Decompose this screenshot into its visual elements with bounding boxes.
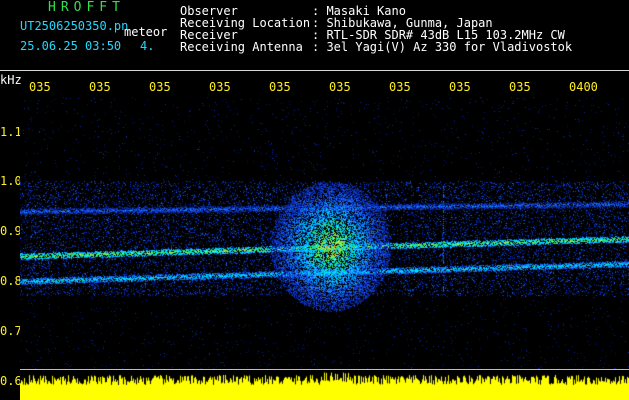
time-tick-label: 035 (149, 80, 171, 94)
time-tick-label: 035 (29, 80, 51, 94)
file-name: UT2506250350.pn (20, 19, 129, 33)
freq-unit-label: kHz (0, 73, 22, 87)
freq-tick-label: 0.8 (0, 274, 22, 289)
freq-tick-label: 0.9 (0, 224, 22, 239)
header-divider (0, 70, 629, 71)
freq-tick-label: 0.6 (0, 374, 22, 388)
amplitude-strip (20, 370, 629, 400)
time-tick-label: 035 (269, 80, 291, 94)
time-tick-label: 035 (89, 80, 111, 94)
date-time: 25.06.25 03:50 (20, 39, 122, 53)
freq-tick-label: 1.1 (0, 124, 22, 139)
time-tick-label: 035 (329, 80, 351, 94)
time-tick-label: 035 (449, 80, 471, 94)
freq-tick-label: 1.0 (0, 174, 22, 189)
app-title: HROFFT (48, 0, 125, 15)
antenna-label: Receiving Antenna (180, 40, 303, 54)
time-tick-label: 035 (209, 80, 231, 94)
spectrogram (20, 97, 629, 369)
detection-tag: meteor (124, 25, 168, 39)
time-tick-label: 035 (389, 80, 411, 94)
antenna-value: : 3el Yagi(V) Az 330 for Vladivostok (312, 40, 573, 54)
time-tick-label: 035 (509, 80, 531, 94)
freq-tick-label: 0.7 (0, 324, 22, 339)
event-count: 4. (140, 39, 155, 53)
time-tick-label: 0400 (569, 80, 598, 94)
